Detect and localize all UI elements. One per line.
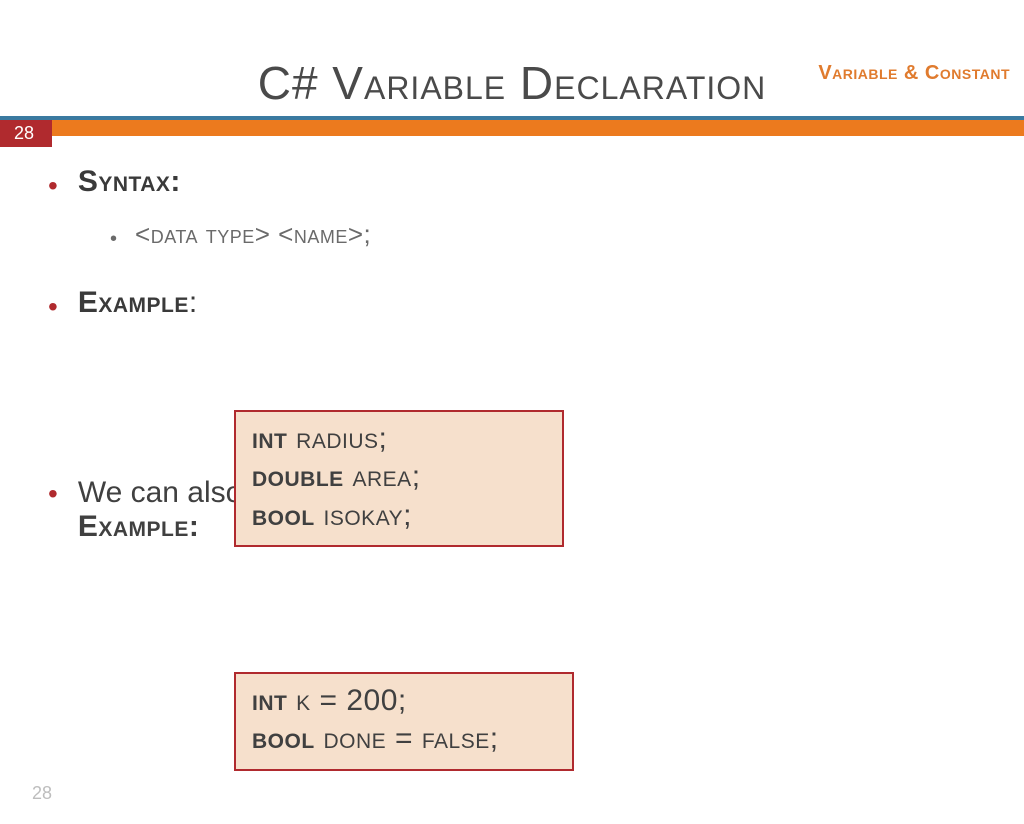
page-number-badge: 28 (0, 120, 52, 147)
list-item: • Syntax: (48, 165, 976, 199)
bullet-icon: • (48, 172, 58, 200)
code-line: int radius; (252, 420, 546, 458)
example-heading: Example: (78, 286, 197, 320)
bullet-icon: • (48, 293, 58, 321)
code-line: bool isokay; (252, 497, 546, 535)
bullet-icon: • (48, 480, 58, 508)
code-line: bool done = false; (252, 720, 556, 758)
code-box-declarations: int radius; double area; bool isokay; (234, 410, 564, 547)
code-line: double area; (252, 458, 546, 496)
code-box-initializations: int k = 200; bool done = false; (234, 672, 574, 771)
divider: 28 (0, 116, 1024, 147)
topic-label: Variable & Constant (818, 62, 1010, 85)
list-item: • Example: (48, 286, 976, 320)
bullet-icon: • (110, 229, 117, 249)
footer-page-number: 28 (32, 783, 52, 804)
divider-orange-bar (52, 120, 1024, 136)
syntax-pattern: <data type> <name>; (135, 219, 371, 250)
list-item: • <data type> <name>; (48, 219, 976, 250)
code-line: int k = 200; (252, 682, 556, 720)
syntax-heading: Syntax: (78, 165, 181, 199)
